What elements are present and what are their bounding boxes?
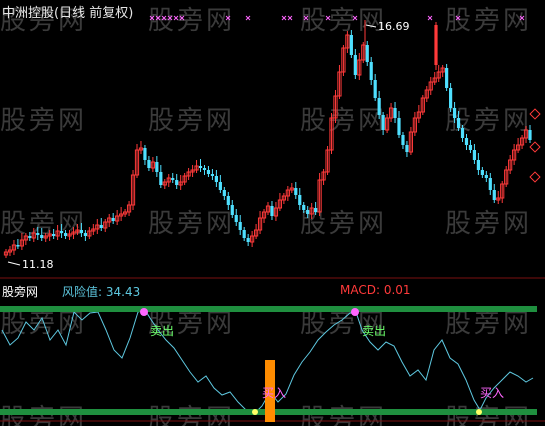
- candle-body: [445, 68, 449, 88]
- candle-body: [468, 145, 473, 150]
- candle-body: [302, 205, 306, 210]
- candle-body: [40, 235, 44, 238]
- candle-body: [314, 208, 318, 212]
- candle-body: [226, 196, 230, 205]
- candle-body: [36, 233, 40, 235]
- candle-body: [155, 162, 159, 172]
- stock-chart-window: 股旁网 股旁网 股旁网 股旁网 股旁网 股旁网 股旁网 股旁网 股旁网 股旁网 …: [0, 0, 545, 426]
- candle-body: [452, 108, 457, 118]
- candle-body: [171, 178, 175, 180]
- candle-body: [306, 210, 310, 214]
- candle-body: [270, 206, 274, 216]
- candle-body: [175, 180, 179, 185]
- candle-body: [476, 160, 480, 170]
- risk-value-label: 风险值: 34.43: [62, 285, 141, 299]
- chart-title: 中洲控股(日线 前复权): [2, 6, 134, 21]
- buy-signal-label: 买入: [480, 386, 505, 400]
- candle-body: [202, 168, 207, 170]
- sell-signal-label: 卖出: [150, 324, 175, 338]
- candle-body: [28, 236, 32, 238]
- low-pointer: [7, 261, 21, 266]
- candle-body: [449, 88, 453, 108]
- candle-body: [472, 150, 477, 160]
- candle-body: [381, 115, 385, 130]
- candle-body: [230, 205, 234, 215]
- candle-body: [353, 55, 357, 75]
- candle-body: [143, 148, 147, 160]
- candle-body: [456, 118, 461, 128]
- candle-body: [365, 45, 369, 62]
- candle-body: [218, 182, 222, 190]
- candle-body: [242, 230, 246, 238]
- chart-canvas[interactable]: [0, 0, 545, 426]
- candle-body: [397, 118, 401, 135]
- candle-body: [480, 170, 484, 175]
- price-low-label: 11.18: [22, 258, 54, 271]
- candle-body: [59, 231, 64, 233]
- candle-body: [214, 176, 218, 182]
- candle-body: [159, 172, 163, 185]
- candle-body: [349, 35, 353, 55]
- buy-signal-label: 买入: [262, 386, 287, 400]
- candle-body: [401, 135, 405, 145]
- candle-body: [83, 233, 87, 236]
- candle-body: [246, 238, 250, 242]
- indicator-source-label: 股旁网: [2, 285, 39, 299]
- candle-body: [373, 80, 377, 98]
- candle-body: [488, 178, 492, 190]
- candle-body: [111, 218, 115, 221]
- candle-body: [238, 222, 242, 230]
- candle-body: [52, 234, 56, 236]
- candle-body: [198, 166, 203, 168]
- candle-body: [234, 215, 238, 222]
- macd-label: MACD: 0.01: [340, 283, 411, 297]
- candle-body: [206, 170, 211, 174]
- candle-body: [405, 145, 409, 152]
- buy-dot: [476, 409, 482, 415]
- candle-body: [528, 130, 532, 140]
- high-pointer: [365, 24, 377, 28]
- candle-body: [484, 175, 488, 178]
- candle-body: [16, 245, 20, 247]
- candle-body: [460, 128, 465, 138]
- sell-dot: [140, 308, 148, 316]
- upper-band: [0, 306, 537, 312]
- candle-body: [377, 98, 381, 115]
- candle-body: [63, 233, 68, 236]
- candle-body: [434, 25, 438, 65]
- candle-body: [210, 174, 215, 176]
- candle-body: [99, 225, 103, 228]
- candle-body: [464, 138, 469, 145]
- sell-signal-label: 卖出: [362, 324, 387, 338]
- candle-body: [222, 190, 226, 196]
- candle-body: [294, 188, 298, 195]
- price-high-label: 16.69: [378, 20, 410, 33]
- candle-body: [369, 62, 373, 80]
- candle-body: [492, 190, 496, 200]
- sell-dot: [351, 308, 359, 316]
- buy-dot: [252, 409, 258, 415]
- candle-body: [298, 195, 302, 205]
- candle-body: [393, 108, 397, 118]
- candle-body: [147, 160, 151, 168]
- candle-body: [79, 230, 84, 233]
